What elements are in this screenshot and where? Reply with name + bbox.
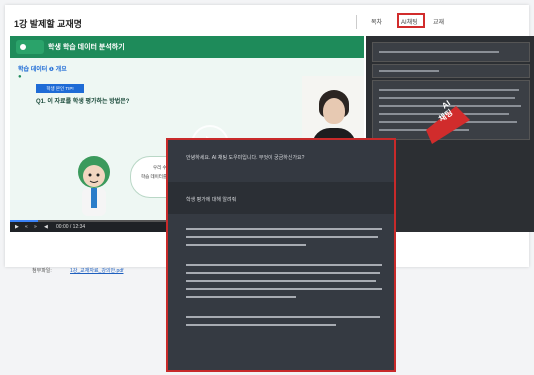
chat-user-message: 학생 평가에 대해 알려줘 xyxy=(168,184,394,214)
forward-icon[interactable]: » xyxy=(34,224,37,230)
logo-icon xyxy=(16,40,44,54)
tab-textbook[interactable]: 교재 xyxy=(433,17,444,26)
side-text-line xyxy=(379,51,499,53)
instructor-face xyxy=(323,98,345,124)
side-text-line xyxy=(379,89,519,91)
answer-text-line xyxy=(186,264,382,266)
tab-contents[interactable]: 목차 xyxy=(371,17,382,26)
chat-question: 학생 평가에 대해 알려줘 xyxy=(186,197,237,203)
answer-text-line xyxy=(186,272,380,274)
chat-greeting-area: 안녕하세요. AI 채팅 도우미입니다. 무엇이 궁금하신가요? xyxy=(168,140,394,182)
play-small-icon[interactable]: ▶ xyxy=(15,224,19,230)
divider xyxy=(356,15,357,29)
attachment-label: 첨부파일: xyxy=(32,268,52,274)
tab-ai-chat-highlight xyxy=(397,13,425,28)
time-display: 00:00 / 12:34 xyxy=(56,224,86,230)
side-message xyxy=(372,42,530,62)
answer-text-line xyxy=(186,296,296,298)
lesson-title: 1강 발제할 교재명 xyxy=(14,19,82,29)
answer-text-line xyxy=(186,288,382,290)
slide-header: 학생 학습 데이터 분석하기 xyxy=(10,36,364,58)
slide-section-label: 학습 데이터 ❶ 개요 xyxy=(18,67,67,73)
chat-greeting: 안녕하세요. AI 채팅 도우미입니다. 무엇이 궁금하신가요? xyxy=(186,155,305,161)
rewind-icon[interactable]: « xyxy=(25,224,28,230)
side-text-line xyxy=(379,70,439,72)
answer-text-line xyxy=(186,280,376,282)
side-message xyxy=(372,64,530,78)
volume-icon[interactable]: ◀ xyxy=(44,224,48,230)
answer-text-line xyxy=(186,244,306,246)
answer-text-line xyxy=(186,236,378,238)
chat-ai-answer xyxy=(168,214,394,370)
mascot-illustration xyxy=(78,156,110,216)
answer-text-line xyxy=(186,316,380,318)
slide-question: Q1. 이 자료를 학생 평가하는 방법은? xyxy=(36,99,130,105)
attachment-link[interactable]: 1강_교재자료_강의안.pdf xyxy=(70,267,123,274)
slide-tag: 학생 본인 TIP! xyxy=(36,84,84,93)
dot-icon: ● xyxy=(18,74,22,80)
answer-text-line xyxy=(186,228,382,230)
answer-text-line xyxy=(186,324,336,326)
ai-chat-panel: 안녕하세요. AI 채팅 도우미입니다. 무엇이 궁금하신가요? 학생 평가에 … xyxy=(166,138,396,372)
slide-title: 학생 학습 데이터 분석하기 xyxy=(48,44,125,51)
